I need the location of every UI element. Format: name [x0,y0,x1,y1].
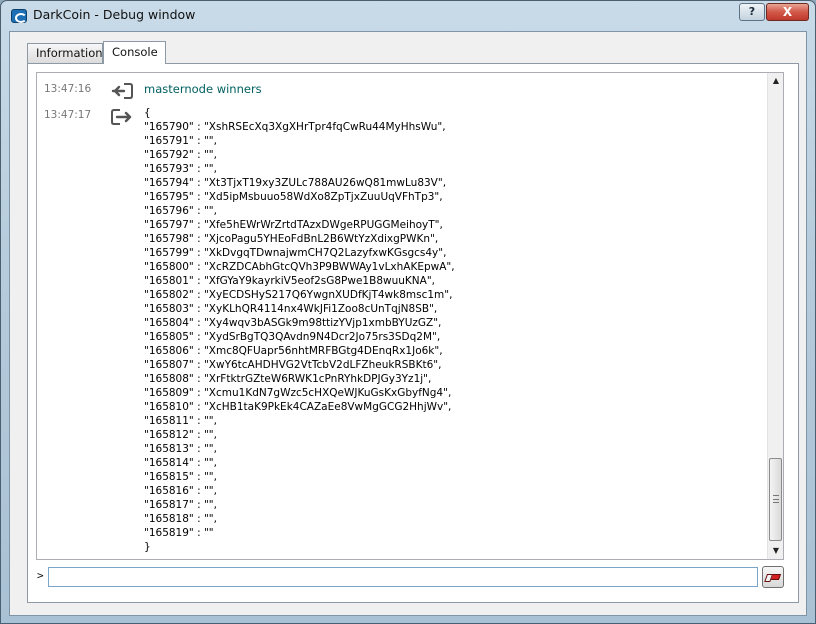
reply-line: "165810" : "XcHB1taK9PkEk4CAZaEe8VwMgGCG… [144,401,452,413]
reply-line: "165802" : "XyECDSHyS217Q6YwgnXUDfKjT4wk… [144,289,453,301]
console-tab-pane: 13:47:16 masternode winners 13:47:17 { "1657… [27,63,799,603]
reply-line: "165818" : "", [144,513,217,525]
console-prompt: > [37,569,44,582]
reply-line: "165815" : "", [144,471,217,483]
arrow-into-bracket-icon [111,82,133,100]
arrow-out-of-bracket-icon [111,108,133,126]
scroll-up-arrow-icon[interactable]: ▲ [768,73,783,89]
reply-line: "165795" : "Xd5ipMsbuuo58WdXo8ZpTjxZuuUq… [144,191,443,203]
reply-line: "165814" : "", [144,457,217,469]
reply-line: "165792" : "", [144,149,217,161]
reply-line: "165808" : "XrFtktrGZteW6RWK1cPnRYhkDPJG… [144,373,432,385]
reply-line: "165805" : "XydSrBgTQ3QAvdn9N4Dcr2Jo75rs… [144,331,441,343]
dialog-body: Information Console 13:47:16 masternode w… [9,31,807,616]
console-scrollbar[interactable]: ▲ ▼ [767,73,783,559]
scroll-down-arrow-icon[interactable]: ▼ [768,543,783,559]
reply-line: "165813" : "", [144,443,217,455]
title-bar[interactable]: DarkCoin - Debug window ? X [1,1,815,31]
reply-line: "165803" : "XyKLhQR4114nx4WkJFi1Zoo8cUnT… [144,303,438,315]
reply-line: "165798" : "XjcoPagu5YHEoFdBnL2B6WtYzXdi… [144,233,439,245]
reply-line: "165816" : "", [144,485,217,497]
reply-line: } [144,541,151,553]
reply-line: "165794" : "Xt3TjxT19xy3ZULc788AU26wQ81m… [144,177,447,189]
reply-line: "165801" : "XfGYaY9kayrkiV5eof2sG8Pwe1B8… [144,275,435,287]
reply-line: "165806" : "Xmc8QFUapr56nhtMRFBGtg4DEnqR… [144,345,443,357]
scrollbar-thumb[interactable] [769,458,782,541]
eraser-icon [764,574,782,580]
debug-window: DarkCoin - Debug window ? X Information … [0,0,816,624]
clear-console-button[interactable] [762,566,784,588]
close-button[interactable]: X [766,3,809,21]
reply-line: "165800" : "XcRZDCAbhGtcQVh3P9BWWAy1vLxh… [144,261,455,273]
reply-line: "165809" : "Xcmu1KdN7gWzc5cHXQeWJKuGsKxG… [144,387,452,399]
scrollbar-grip-icon [773,495,779,503]
tab-information[interactable]: Information [27,43,103,63]
entry-command-text: masternode winners [144,82,262,96]
reply-line: "165799" : "XkDvgqTDwnajwmCH7Q2LazyfxwKG… [144,247,447,259]
reply-line: "165812" : "", [144,429,217,441]
reply-line: "165804" : "Xy4wqv3bASGk9m98ttizYVjp1xmb… [144,317,442,329]
reply-line: "165793" : "", [144,163,217,175]
reply-line: "165790" : "XshRSEcXq3XgXHrTpr4fqCwRu44M… [144,121,446,133]
entry-timestamp: 13:47:16 [44,83,92,95]
window-title: DarkCoin - Debug window [33,7,196,22]
reply-line: "165791" : "", [144,135,217,147]
console-command-input[interactable] [48,567,758,587]
darkcoin-app-icon [11,9,27,23]
entry-reply-text: { "165790" : "XshRSEcXq3XgXHrTpr4fqCwRu44… [144,106,455,554]
entry-timestamp: 13:47:17 [44,109,92,121]
reply-line: "165797" : "Xfe5hEWrWrZrtdTAzxDWgeRPUGGM… [144,219,443,231]
console-output[interactable]: 13:47:16 masternode winners 13:47:17 { "1657… [36,72,784,560]
reply-line: { [144,107,151,119]
reply-line: "165819" : "" [144,527,214,539]
tab-console[interactable]: Console [103,41,166,64]
reply-line: "165796" : "", [144,205,217,217]
reply-line: "165807" : "XwY6tcAHDHVG2VtTcbV2dLFZheuk… [144,359,442,371]
help-button[interactable]: ? [739,3,765,21]
reply-line: "165817" : "", [144,499,217,511]
reply-line: "165811" : "", [144,415,217,427]
